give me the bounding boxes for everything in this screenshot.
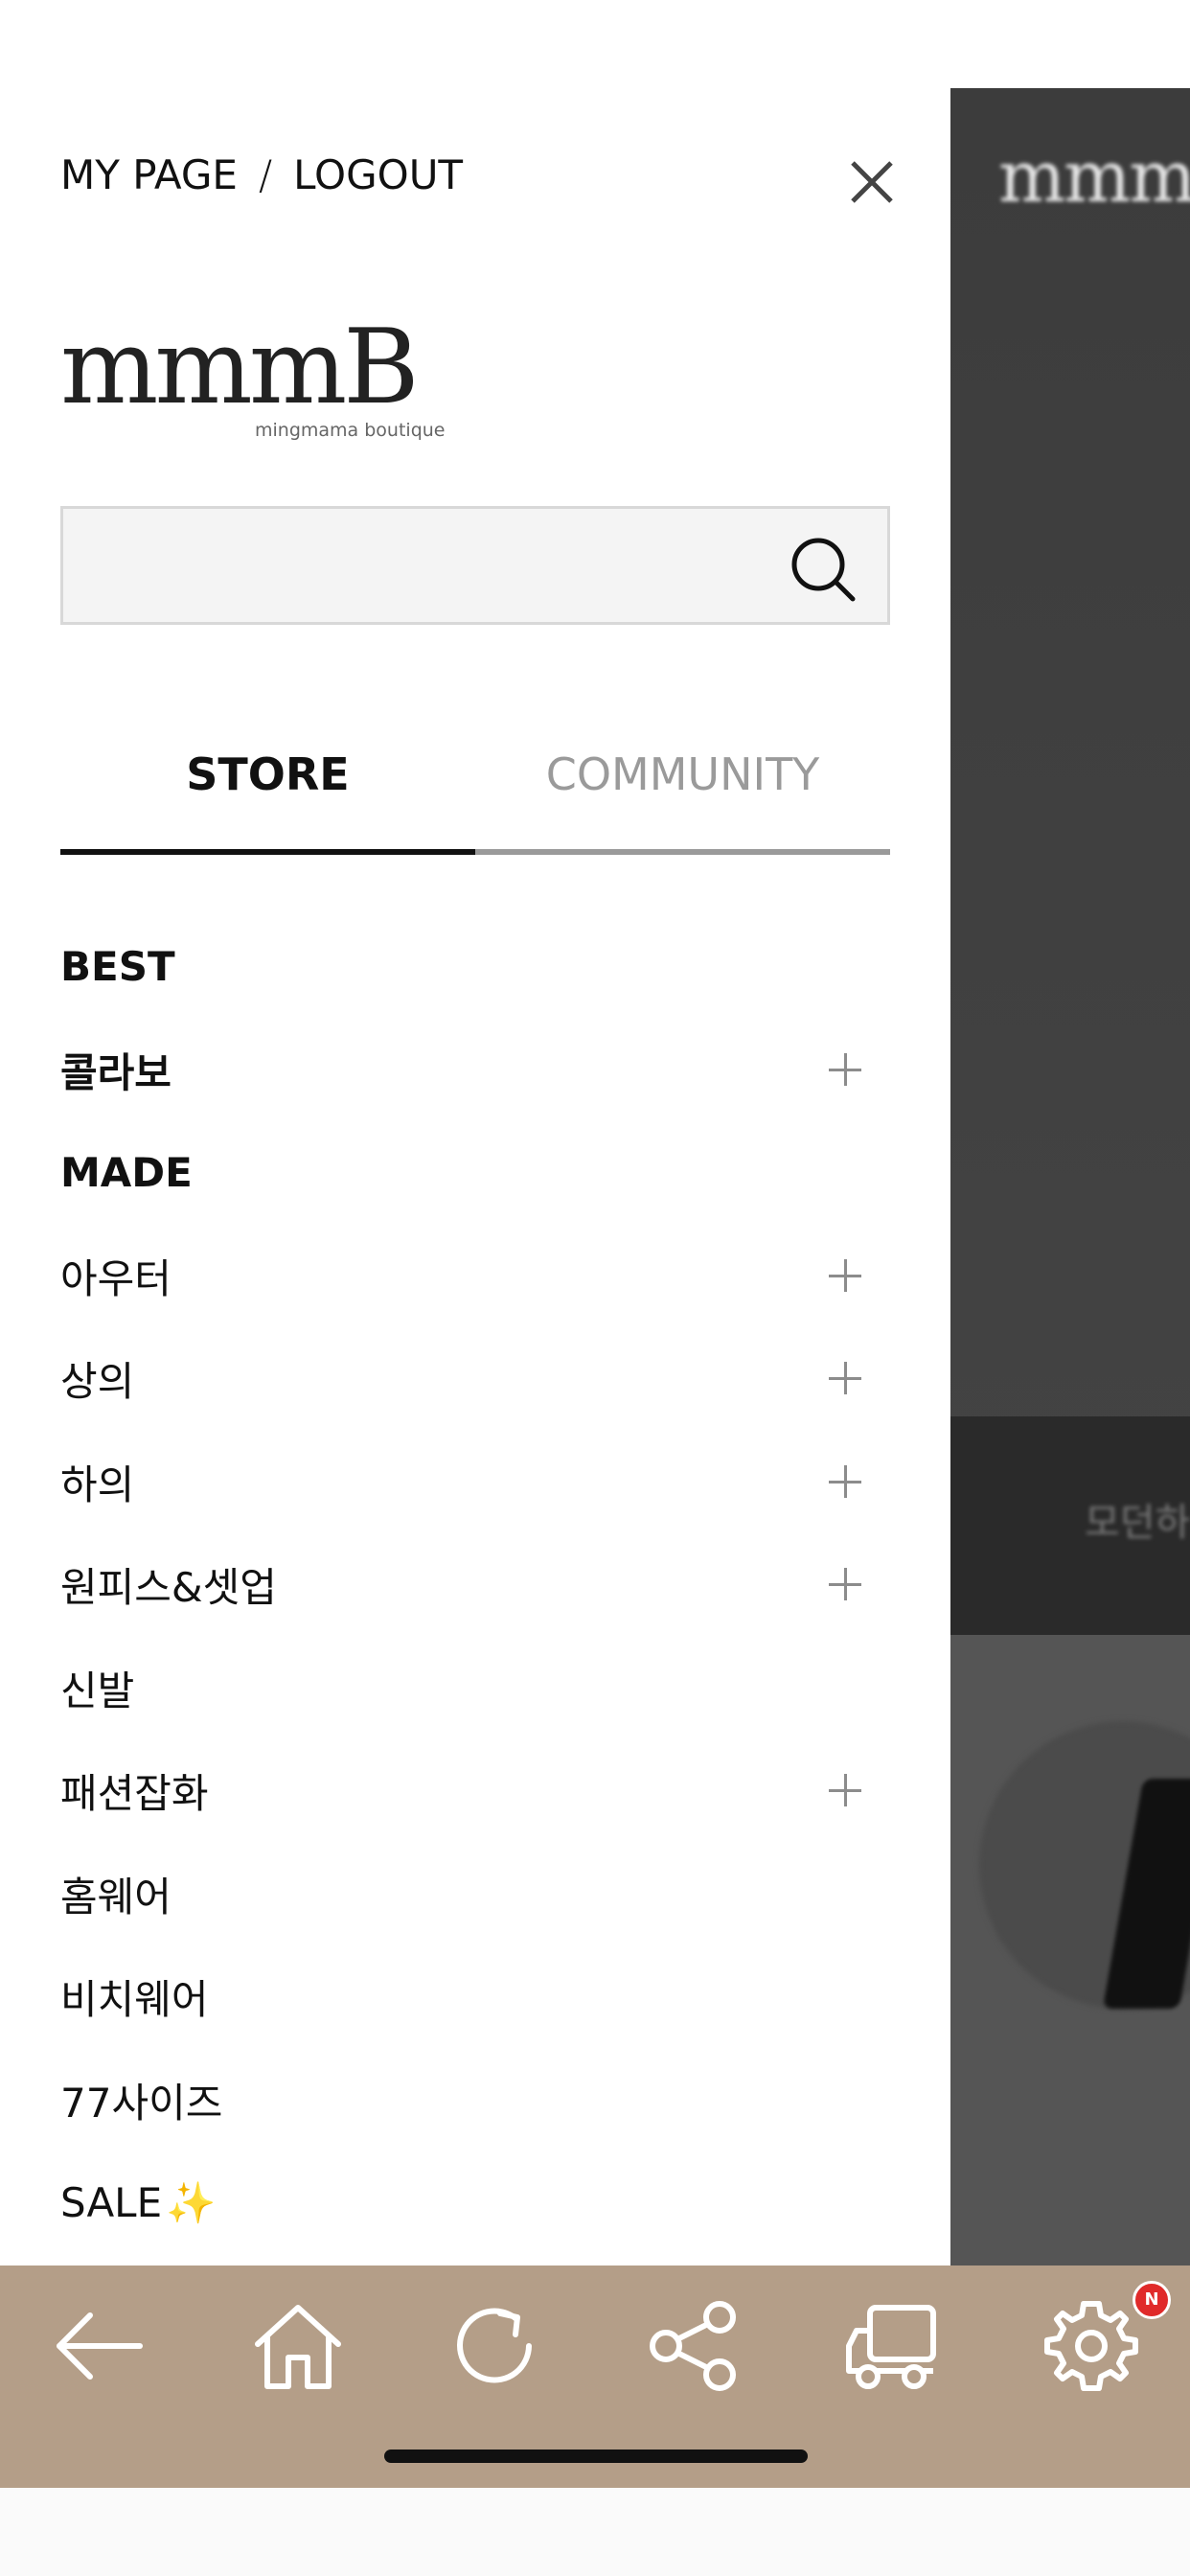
background-banner-text: 모던하 xyxy=(1085,1501,1190,1545)
menu-item-shoes[interactable]: 신발 xyxy=(60,1637,890,1740)
my-page-link[interactable]: MY PAGE xyxy=(60,151,238,198)
search-icon[interactable] xyxy=(790,536,857,603)
background-product-photo xyxy=(950,1635,1190,2266)
close-icon[interactable] xyxy=(843,153,901,211)
background-logo: mmm xyxy=(998,136,1190,218)
menu-item-beachwear[interactable]: 비치웨어 xyxy=(60,1945,890,2049)
menu-item-label: 홈웨어 xyxy=(60,1873,172,1920)
search-input[interactable] xyxy=(60,506,890,625)
menu-item-sale[interactable]: SALE ✨ xyxy=(60,2151,890,2255)
logo-tagline: mingmama boutique xyxy=(255,420,446,441)
notification-badge: N xyxy=(1133,2281,1171,2319)
share-icon[interactable] xyxy=(643,2294,746,2398)
menu-item-outer[interactable]: 아우터 xyxy=(60,1225,890,1328)
menu-item-homewear[interactable]: 홈웨어 xyxy=(60,1843,890,1946)
menu-item-bottoms[interactable]: 하의 xyxy=(60,1431,890,1534)
menu-item-onepiece-setup[interactable]: 원피스&셋업 xyxy=(60,1533,890,1637)
refresh-icon[interactable] xyxy=(445,2294,548,2398)
menu-item-best[interactable]: BEST xyxy=(60,915,890,1019)
menu-item-collab[interactable]: 콜라보 xyxy=(60,1019,890,1122)
background-banner-band: 모던하 xyxy=(950,1416,1190,1635)
account-links: MY PAGE / LOGOUT xyxy=(60,151,463,198)
menu-item-size-77[interactable]: 77사이즈 xyxy=(60,2049,890,2152)
menu-item-label: BEST xyxy=(60,943,175,991)
tab-community[interactable]: COMMUNITY xyxy=(475,728,890,855)
settings-gear-icon[interactable] xyxy=(1040,2294,1143,2398)
menu-item-label: 아우터 xyxy=(60,1254,172,1302)
side-drawer: MY PAGE / LOGOUT mmmB mingmama boutique … xyxy=(0,0,950,2266)
drawer-tabs: STORE COMMUNITY xyxy=(60,728,890,855)
category-menu: BEST 콜라보 MADE 아우터 상의 하의 원피스&셋업 신발 패션잡화 홈… xyxy=(60,915,890,2255)
link-separator: / xyxy=(258,151,273,198)
menu-item-label: MADE xyxy=(60,1149,193,1197)
menu-item-label: 하의 xyxy=(60,1460,135,1508)
expand-plus-icon[interactable] xyxy=(829,1362,861,1394)
menu-item-accessories[interactable]: 패션잡화 xyxy=(60,1739,890,1843)
menu-item-label: 비치웨어 xyxy=(60,1976,209,2024)
expand-plus-icon[interactable] xyxy=(829,1052,861,1086)
logo-wordmark: mmmB xyxy=(60,308,420,427)
expand-plus-icon[interactable] xyxy=(829,1258,861,1292)
menu-item-label: 상의 xyxy=(60,1358,135,1406)
logout-link[interactable]: LOGOUT xyxy=(293,151,463,198)
brand-logo[interactable]: mmmB mingmama boutique xyxy=(60,308,445,446)
expand-plus-icon[interactable] xyxy=(829,1568,861,1600)
menu-item-label: 원피스&셋업 xyxy=(60,1564,277,1612)
menu-item-made[interactable]: MADE xyxy=(60,1121,890,1225)
tab-store[interactable]: STORE xyxy=(60,728,475,855)
bottom-safe-area xyxy=(0,2488,1190,2576)
home-indicator xyxy=(384,2450,808,2463)
background-page: mmm 모던하 xyxy=(950,88,1190,2266)
home-icon[interactable] xyxy=(246,2294,350,2398)
menu-item-label: SALE xyxy=(60,2179,163,2227)
sparkle-icon: ✨ xyxy=(166,2178,217,2226)
menu-item-label: 77사이즈 xyxy=(60,2079,223,2127)
back-arrow-icon[interactable] xyxy=(48,2294,151,2398)
expand-plus-icon[interactable] xyxy=(829,1464,861,1498)
menu-item-label: 콜라보 xyxy=(60,1048,172,1096)
menu-item-label: 신발 xyxy=(60,1667,135,1714)
menu-item-label: 패션잡화 xyxy=(60,1770,209,1818)
delivery-truck-icon[interactable] xyxy=(841,2294,945,2398)
expand-plus-icon[interactable] xyxy=(829,1774,861,1806)
menu-item-tops[interactable]: 상의 xyxy=(60,1327,890,1431)
